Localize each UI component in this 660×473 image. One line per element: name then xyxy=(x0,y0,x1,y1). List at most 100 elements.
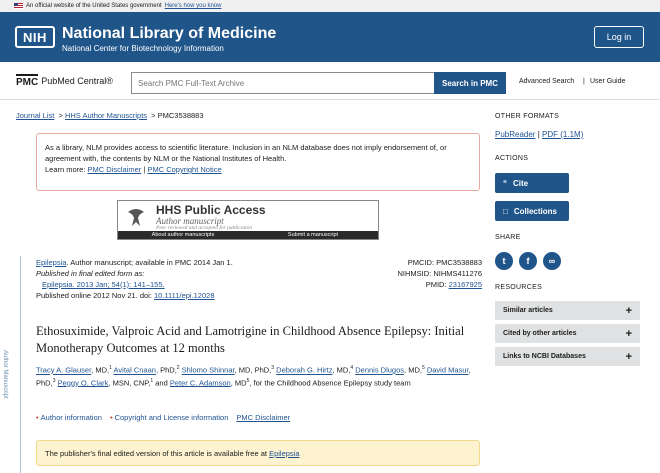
nlm-disclaimer-notice: As a library, NLM provides access to sci… xyxy=(36,133,480,191)
format-separator: | xyxy=(537,130,540,139)
breadcrumb-current: PMC3538883 xyxy=(157,111,204,120)
author-name-link[interactable]: Tracy A. Glauser xyxy=(36,366,91,375)
header-separator: | xyxy=(583,78,585,85)
pmc-logo-name: PubMed Central® xyxy=(41,76,113,86)
link-icon[interactable]: ∞ xyxy=(543,252,561,270)
us-flag-icon xyxy=(14,3,23,9)
cite-button[interactable]: “ Cite xyxy=(495,173,569,193)
format-links: PubReader | PDF (1.1M) xyxy=(495,130,583,139)
author-name-link[interactable]: Dennis Dlugos xyxy=(355,366,404,375)
facebook-icon[interactable]: f xyxy=(519,252,537,270)
breadcrumb-journal-list[interactable]: Journal List xyxy=(16,111,54,120)
notice-text: As a library, NLM provides access to sci… xyxy=(45,143,447,163)
pmid-line: PMID: 23167925 xyxy=(398,279,482,290)
plus-icon: + xyxy=(625,304,632,317)
other-formats-heading: OTHER FORMATS xyxy=(495,113,560,120)
pmc-logo-mark: PMC xyxy=(16,74,39,88)
actions-heading: ACTIONS xyxy=(495,155,529,162)
twitter-icon[interactable]: t xyxy=(495,252,513,270)
author-name-link[interactable]: Peggy O. Clark xyxy=(58,378,109,387)
author-name-link[interactable]: Peter C. Adamson xyxy=(170,378,231,387)
breadcrumb-separator: > xyxy=(58,111,63,120)
similar-articles-toggle[interactable]: Similar articles + xyxy=(495,301,640,320)
copyright-item[interactable]: • Copyright and License information xyxy=(110,413,228,422)
author-name-link[interactable]: David Masur xyxy=(427,366,469,375)
author-degree: , MSN, CNP, xyxy=(108,378,151,387)
cited-by-toggle[interactable]: Cited by other articles + xyxy=(495,324,640,343)
author-list-tail: , for the Childhood Absence Epilepsy stu… xyxy=(249,378,411,387)
collections-label: Collections xyxy=(513,206,557,216)
gov-banner: An official website of the United States… xyxy=(0,0,660,12)
author-manuscript-strip xyxy=(20,256,21,473)
final-citation-link[interactable]: Epilepsia. 2013 Jan; 54(1): 141–155. xyxy=(42,280,165,289)
plus-icon: + xyxy=(625,327,632,340)
citation-line-4: Published online 2012 Nov 21. doi: 10.11… xyxy=(36,290,336,301)
gov-banner-text: An official website of the United States… xyxy=(26,3,162,9)
user-guide-link[interactable]: User Guide xyxy=(590,78,625,85)
ncbi-links-label: Links to NCBI Databases xyxy=(503,353,586,360)
advanced-search-link[interactable]: Advanced Search xyxy=(519,78,574,85)
about-author-manuscripts-link[interactable]: About author manuscripts xyxy=(118,231,248,239)
notice-learn-more: Learn more: xyxy=(45,165,86,174)
pmc-copyright-link[interactable]: PMC Copyright Notice xyxy=(147,165,221,174)
breadcrumb-hhs-author-manuscripts[interactable]: HHS Author Manuscripts xyxy=(65,111,147,120)
bullet-icon: • xyxy=(36,413,39,422)
pmc-disclaimer-link[interactable]: PMC Disclaimer xyxy=(88,165,142,174)
published-online-text: Published online 2012 Nov 21. doi: xyxy=(36,291,155,300)
pmcid: PMCID: PMC3538883 xyxy=(407,258,482,267)
notice-separator: | xyxy=(143,165,146,174)
pdf-link[interactable]: PDF (1.1M) xyxy=(542,130,583,139)
doi-link[interactable]: 10.1111/epi.12028 xyxy=(154,291,214,300)
author-affiliation-number: 3 xyxy=(271,365,275,371)
author-manuscript-label: Author Manuscript xyxy=(2,350,8,399)
author-information-link[interactable]: Author information xyxy=(41,413,102,422)
breadcrumb: Journal List > HHS Author Manuscripts > … xyxy=(16,111,204,120)
copyright-link[interactable]: Copyright and License information xyxy=(115,413,229,422)
share-buttons: t f ∞ xyxy=(495,252,561,270)
nlm-header: NIH National Library of Medicine Nationa… xyxy=(0,12,660,62)
author-name-link[interactable]: Shlomo Shinnar xyxy=(182,366,235,375)
pubreader-link[interactable]: PubReader xyxy=(495,130,535,139)
submit-manuscript-link[interactable]: Submit a manuscript xyxy=(248,231,378,239)
author-degree: , MD xyxy=(230,378,247,387)
author-degree: , MD, xyxy=(404,365,422,375)
search-input[interactable] xyxy=(131,72,435,94)
final-version-link[interactable]: Epilepsia xyxy=(269,449,299,458)
search-button[interactable]: Search in PMC xyxy=(434,72,506,94)
final-version-notice: The publisher's final edited version of … xyxy=(36,440,480,466)
author-affiliation-number: 1 xyxy=(109,365,112,371)
similar-articles-label: Similar articles xyxy=(503,307,553,314)
nih-logo[interactable]: NIH xyxy=(15,26,55,48)
pmc-disclaimer-link-2[interactable]: PMC Disclaimer xyxy=(236,413,290,422)
share-heading: SHARE xyxy=(495,234,521,241)
author-degree: , MD, xyxy=(91,365,110,375)
article-ids: PMCID: PMC3538883 NIHMSID: NIHMS411276 P… xyxy=(398,257,482,290)
author-degree: , MD, PhD, xyxy=(234,365,272,375)
quote-icon: “ xyxy=(503,178,507,188)
author-affiliation-number: 3 xyxy=(52,377,56,384)
nihmsid: NIHMSID: NIHMS411276 xyxy=(397,269,482,278)
author-name-link[interactable]: Avital Cnaan xyxy=(114,366,156,375)
citation-published-label: Published in final edited form as: xyxy=(36,269,145,278)
heres-how-link[interactable]: Here's how you know xyxy=(165,3,222,9)
journal-link[interactable]: Epilepsia xyxy=(36,258,66,267)
author-affiliation-number: 4 xyxy=(350,365,354,371)
ncbi-links-toggle[interactable]: Links to NCBI Databases + xyxy=(495,347,640,366)
author-name-link[interactable]: Deborah G. Hirtz xyxy=(276,366,332,375)
plus-icon: + xyxy=(625,350,632,363)
resources-heading: RESOURCES xyxy=(495,284,543,291)
hhs-eagle-icon xyxy=(128,209,144,226)
author-affiliation-number: 5 xyxy=(421,365,425,371)
login-button[interactable]: Log in xyxy=(594,26,644,48)
breadcrumb-separator: > xyxy=(151,111,156,120)
collections-button[interactable]: □ Collections xyxy=(495,201,569,221)
pmid-link[interactable]: 23167925 xyxy=(449,280,482,289)
pmc-search-bar: PMC PubMed Central® Search in PMC Advanc… xyxy=(0,62,660,100)
author-information-item[interactable]: • Author information xyxy=(36,413,102,422)
final-version-text: The publisher's final edited version of … xyxy=(45,449,270,458)
pmc-logo[interactable]: PMC PubMed Central® xyxy=(16,74,113,88)
citation-line-3: Epilepsia. 2013 Jan; 54(1): 141–155. xyxy=(36,279,336,290)
author-and: and xyxy=(155,378,168,387)
bookmark-icon: □ xyxy=(503,206,508,216)
nlm-title[interactable]: National Library of Medicine xyxy=(62,25,276,43)
